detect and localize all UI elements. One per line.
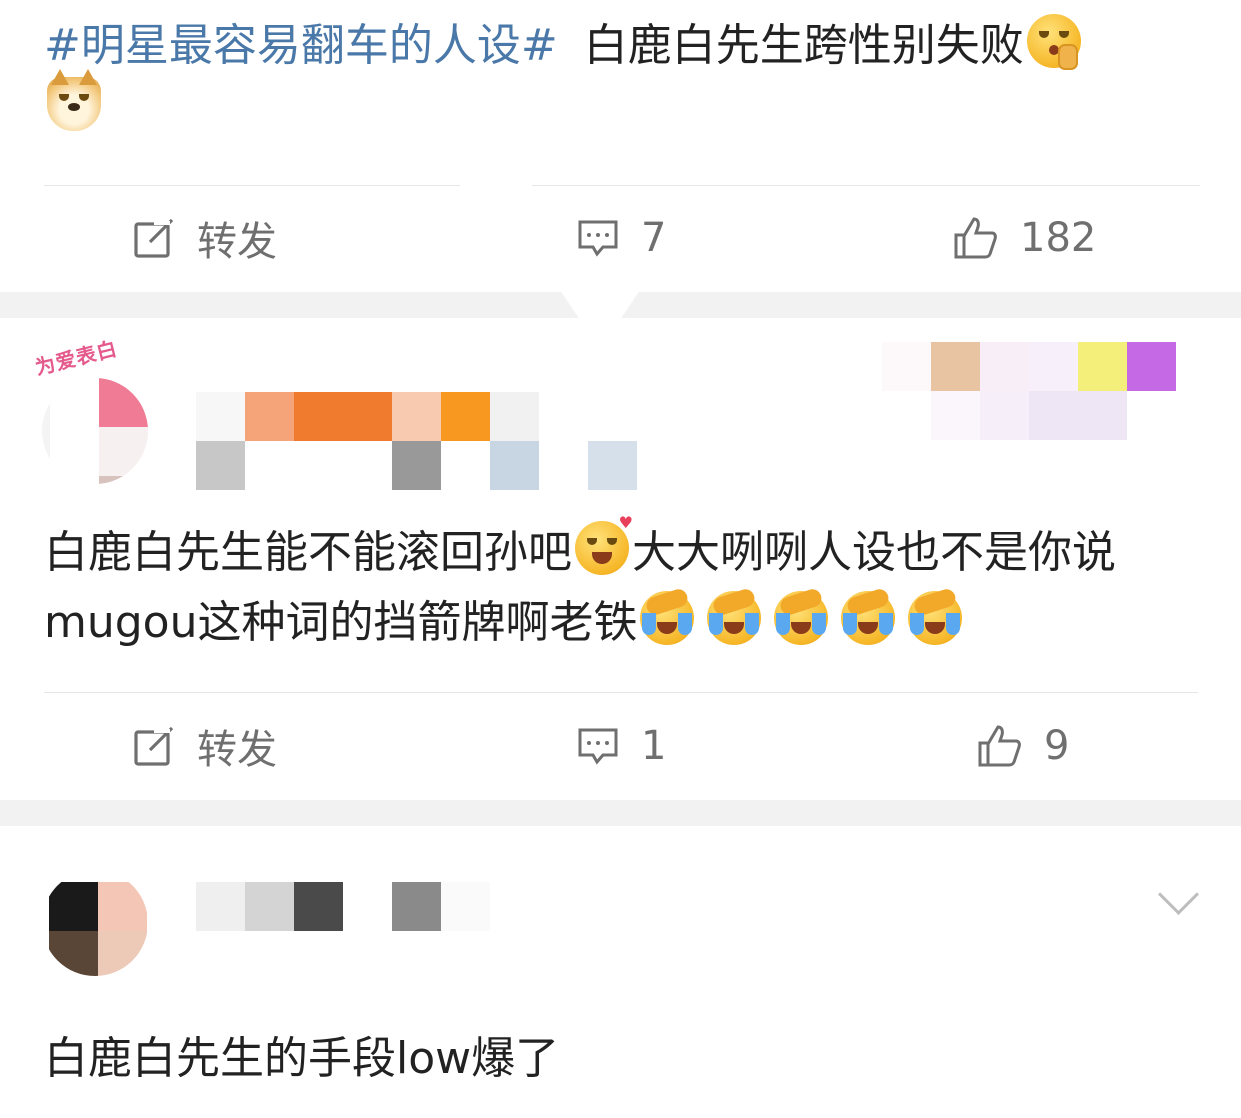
divider [532, 185, 1200, 186]
comment-button[interactable]: 7 [577, 188, 666, 288]
thumbs-up-icon [954, 217, 997, 259]
laugh-cry-emoji-icon [841, 586, 896, 645]
repost-button[interactable]: 转发 [133, 696, 277, 796]
comment-text-part: 白鹿白先生能不能滚回孙吧 [44, 527, 572, 578]
chevron-down-icon[interactable] [1157, 873, 1200, 916]
comment-icon [578, 728, 618, 765]
repost-label: 转发 [197, 727, 277, 773]
love-face-emoji-icon: ♥ [575, 515, 633, 575]
like-button[interactable]: 182 [952, 188, 1096, 288]
repost-icon [134, 218, 174, 258]
avatar[interactable] [42, 378, 148, 484]
shush-face-emoji-icon [1026, 14, 1081, 70]
thumbs-up-icon [978, 725, 1021, 767]
divider [44, 692, 1198, 693]
repost-label: 转发 [197, 219, 277, 265]
post-action-bar: 转发 7 182 [0, 188, 1241, 288]
username-pixelated [588, 441, 637, 490]
avatar[interactable] [42, 870, 148, 976]
comment-count: 1 [641, 723, 667, 769]
divider [44, 185, 460, 186]
laugh-cry-emoji-icon [908, 586, 963, 645]
hashtag-link[interactable]: #明星最容易翻车的人设# [44, 20, 558, 71]
comment-text: 白鹿白先生能不能滚回孙吧 ♥ 大大咧咧人设也不是你说mugou这种词的挡箭牌啊老铁 [44, 515, 1204, 658]
like-button[interactable]: 9 [976, 696, 1069, 796]
badge-love-label: 为爱表白 [32, 336, 121, 380]
username-pixelated[interactable] [196, 882, 490, 931]
username-pixelated[interactable] [196, 392, 539, 490]
comment-button[interactable]: 1 [577, 696, 666, 796]
comment-text: 白鹿白先生的手段low爆了 [44, 1033, 560, 1084]
laugh-cry-emoji-icon [707, 586, 762, 645]
comment-icon [578, 220, 618, 257]
section-separator [0, 800, 1241, 826]
comment-action-bar: 转发 1 9 [0, 696, 1241, 796]
fan-badge-pixelated [882, 342, 1176, 440]
repost-button[interactable]: 转发 [133, 188, 277, 288]
doge-emoji-icon [47, 69, 101, 131]
comment-count: 7 [641, 215, 667, 261]
post-body-text: 白鹿白先生跨性别失败 [583, 20, 1024, 71]
laugh-cry-emoji-icon [774, 586, 829, 645]
repost-icon [134, 726, 174, 766]
post-text: #明星最容易翻车的人设# 白鹿白先生跨性别失败 [44, 14, 1194, 140]
laugh-cry-emoji-icon [640, 586, 695, 645]
like-count: 9 [1044, 723, 1070, 769]
like-count: 182 [1020, 215, 1097, 261]
